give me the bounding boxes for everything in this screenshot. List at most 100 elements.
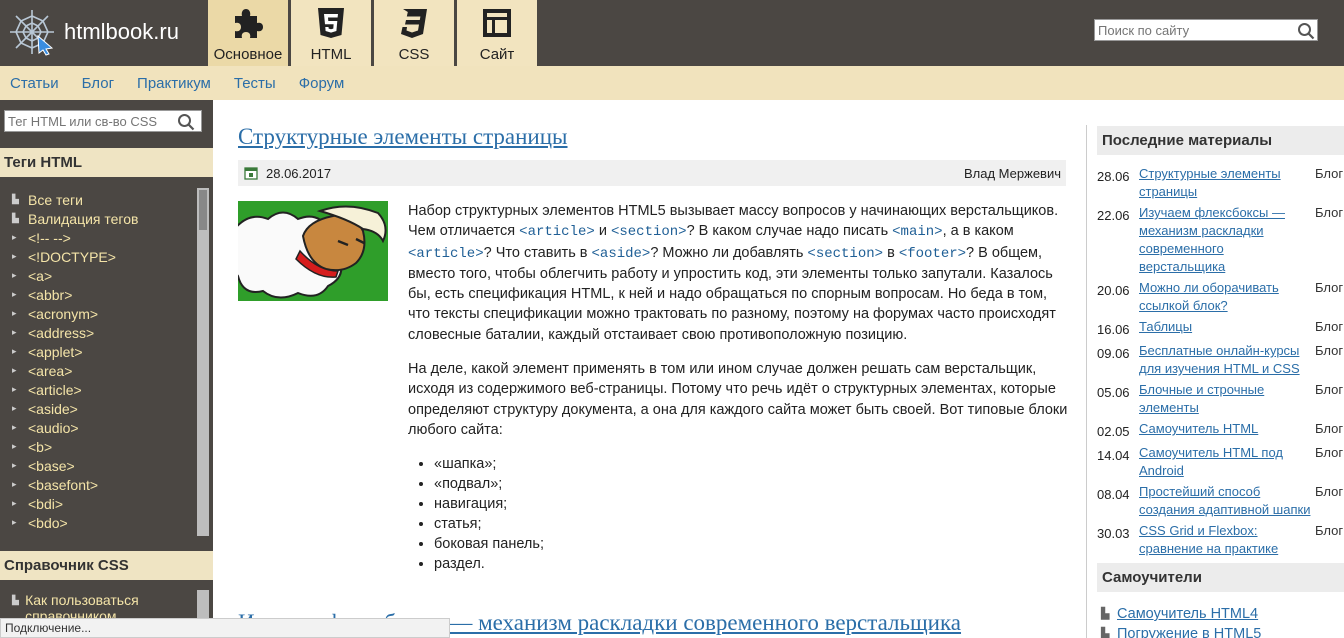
list-item[interactable]: ▸ <address> bbox=[0, 323, 196, 342]
expand-arrow-icon: ▸ bbox=[12, 517, 17, 527]
site-search-input[interactable] bbox=[1095, 20, 1291, 40]
article-paragraph: Набор структурных элементов HTML5 вызыва… bbox=[408, 203, 1059, 343]
recent-link[interactable]: Изучаем флексбоксы — механизм раскладки … bbox=[1139, 204, 1313, 276]
list-item[interactable]: ▸ <abbr> bbox=[0, 285, 196, 304]
list-item: 22.06 Изучаем флексбоксы — механизм раскл… bbox=[1097, 204, 1344, 276]
tab-css[interactable]: CSS bbox=[374, 0, 454, 66]
list-item: «подвал»; bbox=[434, 474, 1068, 494]
list-item: 02.05 Самоучитель HTML Блог bbox=[1097, 420, 1344, 441]
tag-search-input[interactable] bbox=[5, 111, 175, 131]
article-author: Влад Мержевич bbox=[964, 165, 1061, 181]
list-item[interactable]: ▙ Все теги bbox=[0, 190, 196, 209]
calendar-icon bbox=[244, 167, 258, 180]
search-icon[interactable] bbox=[1297, 22, 1315, 40]
recent-category[interactable]: Блог bbox=[1313, 165, 1343, 201]
tags-scrollbar[interactable] bbox=[197, 188, 209, 536]
css-reference-heading[interactable]: Справочник CSS bbox=[0, 551, 213, 580]
recent-link[interactable]: Таблицы bbox=[1139, 318, 1313, 339]
nav-articles[interactable]: Статьи bbox=[10, 75, 59, 92]
list-item[interactable]: ▸ <basefont> bbox=[0, 475, 196, 494]
css3-icon bbox=[401, 9, 427, 38]
recent-link[interactable]: Самоучитель HTML под Android bbox=[1139, 444, 1313, 480]
nav-tests[interactable]: Тесты bbox=[234, 75, 276, 92]
list-item[interactable]: ▸ <applet> bbox=[0, 342, 196, 361]
tutorial-link[interactable]: Самоучитель HTML4 bbox=[1117, 604, 1258, 624]
tab-main[interactable]: Основное bbox=[208, 0, 288, 66]
site-search bbox=[1094, 19, 1318, 41]
list-item[interactable]: ▸ <!-- --> bbox=[0, 228, 196, 247]
browser-status-bar: Подключение... bbox=[0, 618, 450, 638]
document-icon: ▙ bbox=[1101, 608, 1110, 620]
list-item: 08.04 Простейший способ создания адаптивн… bbox=[1097, 483, 1344, 519]
tutorials-list: ▙ Самоучитель HTML4 ▙ Погружение в HTML5 bbox=[1097, 604, 1344, 638]
site-layout-icon bbox=[483, 9, 511, 37]
expand-arrow-icon: ▸ bbox=[12, 289, 17, 299]
expand-arrow-icon: ▸ bbox=[12, 308, 17, 318]
article-thumbnail bbox=[238, 201, 388, 301]
expand-arrow-icon: ▸ bbox=[12, 441, 17, 451]
code-article: <article> bbox=[519, 224, 595, 241]
recent-link[interactable]: Можно ли оборачивать ссылкой блок? bbox=[1139, 279, 1313, 315]
section-tabs: Основное HTML CSS Сайт bbox=[208, 0, 540, 66]
recent-list: 28.06 Структурные элементы страницы Блог 2… bbox=[1097, 165, 1344, 561]
html-tags-heading[interactable]: Теги HTML bbox=[0, 148, 213, 177]
recent-category[interactable]: Блог bbox=[1313, 522, 1343, 558]
list-item[interactable]: ▸ <bdi> bbox=[0, 494, 196, 513]
code-section: <section> bbox=[807, 245, 884, 262]
code-section: <section> bbox=[610, 224, 687, 241]
search-icon[interactable] bbox=[177, 113, 195, 131]
recent-link[interactable]: CSS Grid и Flexbox: сравнение на практик… bbox=[1139, 522, 1313, 558]
tab-html[interactable]: HTML bbox=[291, 0, 371, 66]
nav-practicum[interactable]: Практикум bbox=[137, 75, 211, 92]
expand-arrow-icon: ▸ bbox=[12, 460, 17, 470]
recent-link[interactable]: Блочные и строчные элементы bbox=[1139, 381, 1313, 417]
article-title[interactable]: Структурные элементы страницы bbox=[238, 124, 568, 150]
tab-site[interactable]: Сайт bbox=[457, 0, 537, 66]
document-icon: ▙ bbox=[1101, 628, 1110, 638]
spider-web-logo-icon bbox=[10, 10, 54, 56]
recent-category[interactable]: Блог bbox=[1313, 444, 1343, 480]
list-item[interactable]: ▸ <base> bbox=[0, 456, 196, 475]
recent-category[interactable]: Блог bbox=[1313, 204, 1343, 276]
article-paragraph: На деле, какой элемент применять в том и… bbox=[408, 361, 1068, 438]
expand-arrow-icon: ▸ bbox=[12, 251, 17, 261]
left-sidebar: Теги HTML ▙Все теги ▙Валидация тегов ▸<!… bbox=[0, 100, 213, 638]
list-item[interactable]: ▙ Валидация тегов bbox=[0, 209, 196, 228]
tab-css-label: CSS bbox=[398, 46, 430, 63]
list-item[interactable]: ▸ <audio> bbox=[0, 418, 196, 437]
recent-category[interactable]: Блог bbox=[1313, 342, 1343, 378]
recent-link[interactable]: Простейший способ создания адаптивной ша… bbox=[1139, 483, 1313, 519]
recent-link[interactable]: Бесплатные онлайн-курсы для изучения HTM… bbox=[1139, 342, 1313, 378]
site-logo[interactable]: htmlbook.ru bbox=[8, 8, 179, 56]
tutorials-heading: Самоучители bbox=[1097, 563, 1344, 592]
recent-link[interactable]: Структурные элементы страницы bbox=[1139, 165, 1313, 201]
scrollbar-thumb[interactable] bbox=[199, 190, 207, 230]
list-item[interactable]: ▸ <acronym> bbox=[0, 304, 196, 323]
list-item[interactable]: ▸ <b> bbox=[0, 437, 196, 456]
list-item[interactable]: ▸ <article> bbox=[0, 380, 196, 399]
recent-category[interactable]: Блог bbox=[1313, 381, 1343, 417]
recent-category[interactable]: Блог bbox=[1313, 318, 1343, 339]
recent-category[interactable]: Блог bbox=[1313, 483, 1343, 519]
list-item[interactable]: ▸ <!DOCTYPE> bbox=[0, 247, 196, 266]
expand-arrow-icon: ▸ bbox=[12, 232, 17, 242]
expand-arrow-icon: ▸ bbox=[12, 498, 17, 508]
nav-forum[interactable]: Форум bbox=[299, 75, 345, 92]
list-item[interactable]: ▸ <aside> bbox=[0, 399, 196, 418]
list-item[interactable]: ▸ <a> bbox=[0, 266, 196, 285]
list-item[interactable]: ▸ <area> bbox=[0, 361, 196, 380]
html-tags-list: ▙ Все теги ▙ Валидация тегов ▸ <!-- --> ▸ <!… bbox=[0, 190, 196, 540]
recent-category[interactable]: Блог bbox=[1313, 420, 1343, 441]
recent-category[interactable]: Блог bbox=[1313, 279, 1343, 315]
list-item: раздел. bbox=[434, 554, 1068, 574]
expand-arrow-icon: ▸ bbox=[12, 327, 17, 337]
list-item: навигация; bbox=[434, 494, 1068, 514]
list-item[interactable]: ▸ <bdo> bbox=[0, 513, 196, 532]
nav-blog[interactable]: Блог bbox=[82, 75, 114, 92]
expand-arrow-icon: ▸ bbox=[12, 384, 17, 394]
article-meta: 28.06.2017 Влад Мержевич bbox=[238, 160, 1066, 186]
tutorial-link[interactable]: Погружение в HTML5 bbox=[1117, 624, 1261, 638]
recent-link[interactable]: Самоучитель HTML bbox=[1139, 420, 1313, 441]
site-blocks-list: «шапка»; «подвал»; навигация; статья; бо… bbox=[434, 454, 1068, 574]
list-item: 09.06 Бесплатные онлайн-курсы для изучени… bbox=[1097, 342, 1344, 378]
